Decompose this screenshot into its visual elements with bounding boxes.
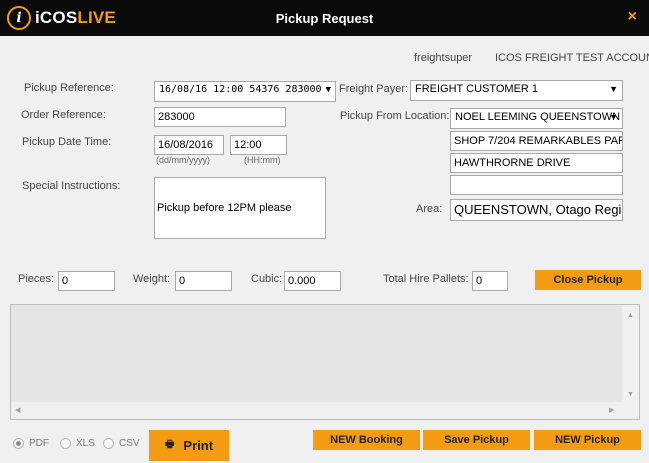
freight-payer-label: Freight Payer: [339,83,409,95]
hire-pallets-label: Total Hire Pallets: [383,273,469,285]
order-reference-input[interactable]: 283000 [154,107,286,127]
pickup-reference-select[interactable]: 16/08/16 12:00 54376 283000 ▼ [154,81,336,102]
date-format-hint: (dd/mm/yyyy) [156,155,210,165]
close-pickup-button[interactable]: Close Pickup [535,270,641,290]
cubic-label: Cubic: [251,273,283,285]
pickup-reference-value: 16/08/16 12:00 54376 283000 [159,84,322,95]
title-bar: i iCOSLIVE Pickup Request × [0,0,649,36]
new-pickup-button[interactable]: NEW Pickup [534,430,641,450]
printer-icon: 🖶 [164,439,175,450]
freight-payer-value: FREIGHT CUSTOMER 1 [415,83,539,95]
new-booking-button[interactable]: NEW Booking [313,430,420,450]
export-csv-option[interactable]: CSV [103,438,140,449]
radio-pdf-label: PDF [29,438,49,449]
scroll-down-icon[interactable]: ▼ [627,391,634,398]
weight-input[interactable]: 0 [175,271,232,291]
window-title: Pickup Request [275,11,374,26]
print-button[interactable]: 🖶 Print [149,430,229,461]
save-pickup-button[interactable]: Save Pickup [423,430,530,450]
horizontal-scrollbar[interactable]: ◀ ▶ [11,402,623,419]
time-format-hint: (HH:mm) [244,155,281,165]
freight-payer-select[interactable]: FREIGHT CUSTOMER 1 ▼ [410,80,623,101]
address-line3-input[interactable] [450,175,623,195]
special-instructions-label: Special Instructions: [22,180,121,192]
pickup-from-label: Pickup From Location: [340,110,450,122]
pickup-datetime-label: Pickup Date Time: [22,136,112,148]
address-line1-input[interactable]: SHOP 7/204 REMARKABLES PARK [450,131,623,151]
scroll-up-icon[interactable]: ▲ [627,312,634,319]
results-panel: ▲ ▼ ◀ ▶ [10,304,640,420]
pickup-from-select[interactable]: NOEL LEEMING QUEENSTOWN ▼ [450,108,623,129]
weight-label: Weight: [133,273,171,285]
dropdown-arrow-icon: ▼ [609,112,618,122]
export-pdf-option[interactable]: PDF [13,438,49,449]
hire-pallets-input[interactable]: 0 [472,271,508,291]
radio-csv[interactable] [103,438,114,449]
account-label: ICOS FREIGHT TEST ACCOUNT [495,52,649,64]
dropdown-arrow-icon: ▼ [609,84,618,94]
scroll-left-icon[interactable]: ◀ [15,406,20,414]
area-input[interactable]: QUEENSTOWN, Otago Region [450,199,623,221]
username-label: freightsuper [414,52,473,64]
address-line2-input[interactable]: HAWTHRORNE DRIVE [450,153,623,173]
special-instructions-textarea[interactable]: Pickup before 12PM please [154,177,326,239]
export-xls-option[interactable]: XLS [60,438,95,449]
pickup-reference-label: Pickup Reference: [24,82,114,94]
area-label: Area: [416,203,443,215]
pieces-input[interactable]: 0 [58,271,115,291]
pickup-time-input[interactable]: 12:00 [230,135,287,155]
scroll-right-icon[interactable]: ▶ [609,406,614,414]
radio-xls[interactable] [60,438,71,449]
pieces-label: Pieces: [18,273,55,285]
close-icon[interactable]: × [628,8,637,26]
vertical-scrollbar[interactable]: ▲ ▼ [622,305,639,403]
cubic-input[interactable]: 0.000 [284,271,341,291]
scrollbar-corner [622,402,639,419]
radio-xls-label: XLS [76,438,95,449]
dropdown-arrow-icon: ▼ [325,85,331,95]
order-reference-label: Order Reference: [21,109,106,121]
radio-pdf[interactable] [13,438,24,449]
pickup-from-value: NOEL LEEMING QUEENSTOWN [455,111,621,123]
radio-csv-label: CSV [119,438,140,449]
print-label: Print [183,438,214,453]
pickup-date-input[interactable]: 16/08/2016 [154,135,224,155]
